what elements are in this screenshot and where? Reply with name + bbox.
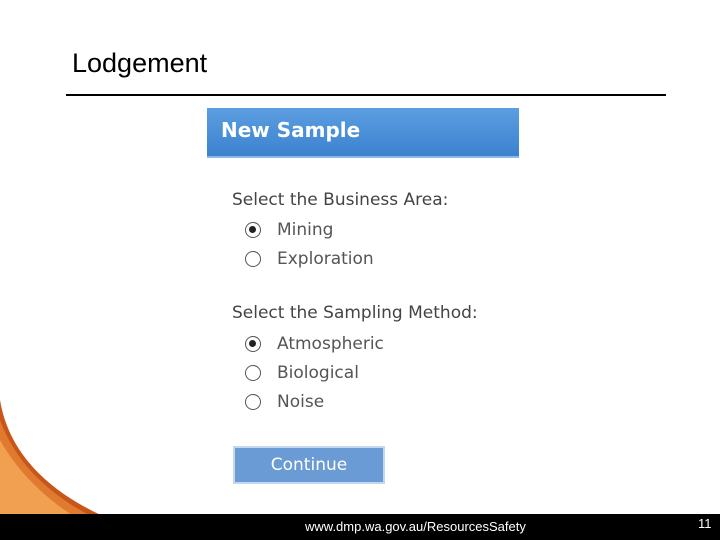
radio-option-noise[interactable]: Noise	[245, 391, 324, 413]
radio-label-mining[interactable]: Mining	[277, 220, 333, 240]
radio-option-biological[interactable]: Biological	[245, 362, 359, 384]
radio-label-exploration[interactable]: Exploration	[277, 249, 374, 269]
form-header: New Sample	[207, 108, 519, 158]
radio-label-noise[interactable]: Noise	[277, 392, 324, 412]
footer-url: www.dmp.wa.gov.au/ResourcesSafety	[305, 519, 526, 534]
radio-option-mining[interactable]: Mining	[245, 219, 333, 241]
sampling-method-label: Select the Sampling Method:	[232, 303, 478, 323]
form-header-title: New Sample	[221, 118, 361, 142]
radio-button-mining[interactable]	[245, 222, 261, 238]
continue-button-label[interactable]: Continue	[271, 455, 347, 475]
slide-title: Lodgement	[72, 48, 208, 78]
radio-option-exploration[interactable]: Exploration	[245, 248, 374, 270]
radio-label-biological[interactable]: Biological	[277, 363, 359, 383]
radio-button-atmospheric[interactable]	[245, 336, 261, 352]
business-area-label: Select the Business Area:	[232, 190, 449, 210]
radio-button-exploration[interactable]	[245, 251, 261, 267]
continue-button[interactable]: Continue	[233, 446, 385, 484]
radio-option-atmospheric[interactable]: Atmospheric	[245, 333, 384, 355]
page-number: 11	[698, 516, 712, 531]
title-divider	[66, 94, 666, 96]
radio-button-noise[interactable]	[245, 394, 261, 410]
radio-label-atmospheric[interactable]: Atmospheric	[277, 334, 384, 354]
radio-button-biological[interactable]	[245, 365, 261, 381]
